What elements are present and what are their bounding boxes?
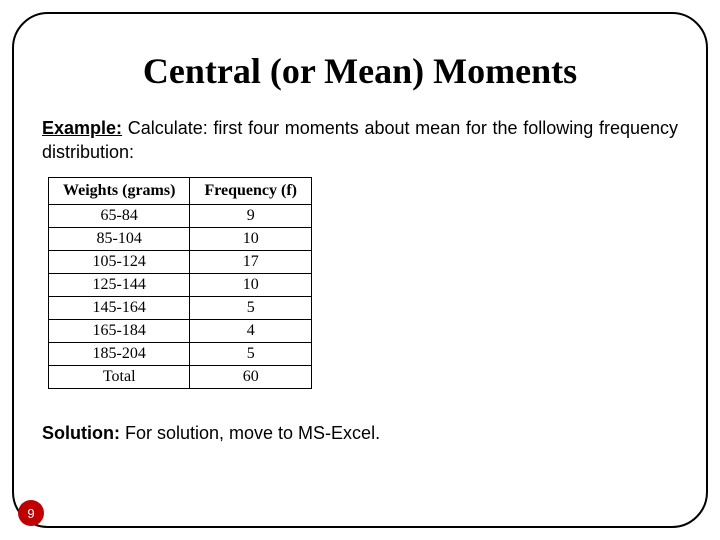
example-paragraph: Example: Calculate: first four moments a…: [42, 116, 678, 165]
table-row: 65-84 9: [49, 204, 312, 227]
cell-weights: 85-104: [49, 227, 190, 250]
slide-frame: Central (or Mean) Moments Example: Calcu…: [12, 12, 708, 528]
cell-weights: 165-184: [49, 319, 190, 342]
col-header-frequency: Frequency (f): [190, 177, 312, 204]
frequency-table: Weights (grams) Frequency (f) 65-84 9 85…: [48, 177, 312, 389]
solution-text: For solution, move to MS-Excel.: [120, 423, 380, 443]
cell-freq: 4: [190, 319, 312, 342]
cell-freq: 9: [190, 204, 312, 227]
cell-weights: 145-164: [49, 296, 190, 319]
cell-weights: 65-84: [49, 204, 190, 227]
page-number-badge: 9: [18, 500, 44, 526]
table-row: 125-144 10: [49, 273, 312, 296]
cell-weights: 125-144: [49, 273, 190, 296]
table-row: 165-184 4: [49, 319, 312, 342]
table-header-row: Weights (grams) Frequency (f): [49, 177, 312, 204]
table-row: 105-124 17: [49, 250, 312, 273]
page-title: Central (or Mean) Moments: [40, 50, 680, 92]
cell-freq: 5: [190, 296, 312, 319]
cell-weights: 105-124: [49, 250, 190, 273]
table-row: 85-104 10: [49, 227, 312, 250]
example-text: Calculate: first four moments about mean…: [42, 118, 678, 162]
example-label: Example:: [42, 118, 122, 138]
cell-freq: 60: [190, 365, 312, 388]
table-row: Total 60: [49, 365, 312, 388]
solution-label: Solution:: [42, 423, 120, 443]
table-row: 185-204 5: [49, 342, 312, 365]
slide: Central (or Mean) Moments Example: Calcu…: [0, 0, 720, 540]
cell-weights: 185-204: [49, 342, 190, 365]
cell-freq: 17: [190, 250, 312, 273]
cell-freq: 5: [190, 342, 312, 365]
cell-weights: Total: [49, 365, 190, 388]
solution-paragraph: Solution: For solution, move to MS-Excel…: [42, 423, 678, 444]
cell-freq: 10: [190, 227, 312, 250]
cell-freq: 10: [190, 273, 312, 296]
page-number: 9: [27, 506, 34, 521]
col-header-weights: Weights (grams): [49, 177, 190, 204]
table-row: 145-164 5: [49, 296, 312, 319]
